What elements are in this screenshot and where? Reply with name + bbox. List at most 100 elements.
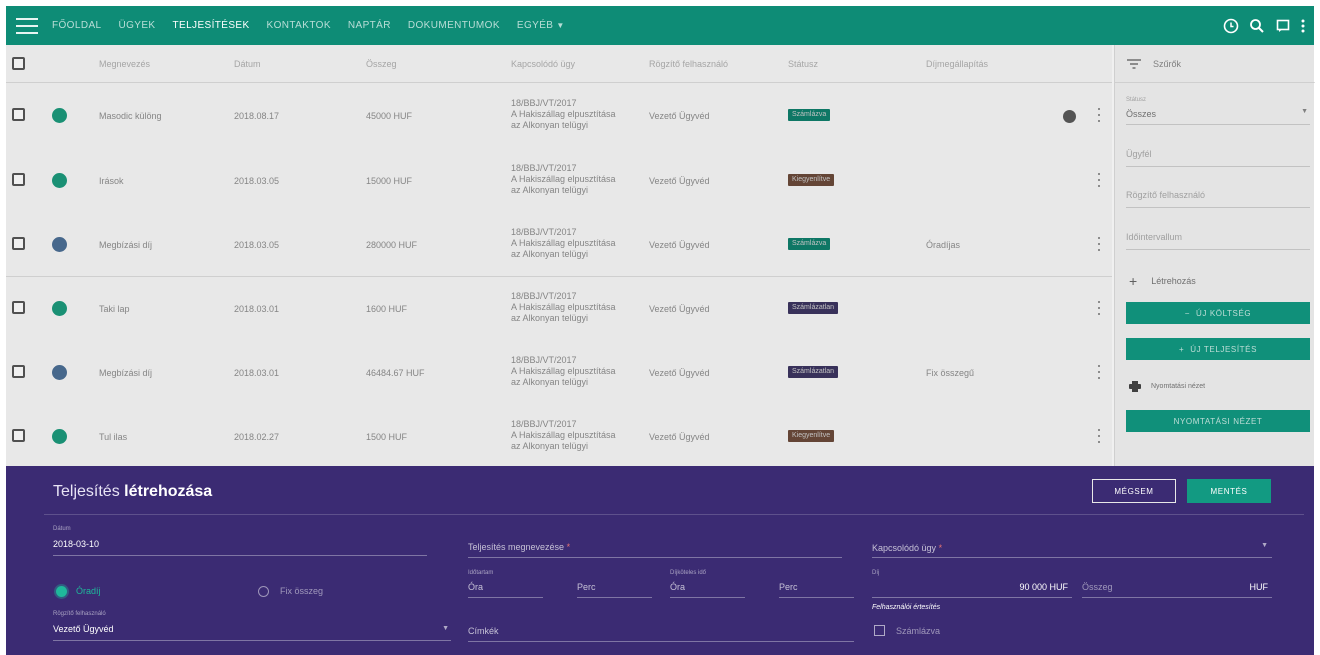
billable-hours-input[interactable]: Díjköteles idő Óra bbox=[670, 570, 745, 598]
amount-input[interactable]: Összeg HUF bbox=[1082, 570, 1272, 598]
fulfilments-table: Megnevezés Dátum Összeg Kapcsolódó ügy R… bbox=[6, 45, 1112, 466]
row-more-icon[interactable] bbox=[1096, 365, 1102, 379]
fee-value: 90 000 HUF bbox=[1019, 582, 1068, 592]
interval-input[interactable]: Időintervallum bbox=[1126, 232, 1310, 250]
app-root: FŐOLDAL ÜGYEK TELJESÍTÉSEK KONTAKTOK NAP… bbox=[0, 0, 1320, 655]
filter-side-panel: Szűrők Státusz Összes ▼ Ügyfél Rögzítő f… bbox=[1114, 45, 1315, 466]
radio-fixed[interactable] bbox=[258, 586, 269, 597]
nav-item-more[interactable]: EGYÉB ▼ bbox=[517, 20, 565, 31]
cell-amount: 45000 HUF bbox=[366, 111, 413, 121]
status-select-value: Összes bbox=[1126, 109, 1157, 119]
nav-item-home[interactable]: FŐOLDAL bbox=[52, 20, 101, 31]
tags-input[interactable]: Címkék bbox=[468, 624, 854, 642]
row-checkbox[interactable] bbox=[12, 237, 25, 250]
cell-case[interactable]: 18/BBJ/VT/2017 A Hakiszállag elpusztítás… bbox=[511, 98, 616, 131]
billed-checkbox[interactable] bbox=[874, 625, 885, 636]
row-more-icon[interactable] bbox=[1096, 237, 1102, 251]
minus-icon: − bbox=[1184, 308, 1191, 318]
row-checkbox[interactable] bbox=[12, 173, 25, 186]
more-vert-icon[interactable] bbox=[1298, 15, 1308, 37]
cell-amount: 15000 HUF bbox=[366, 176, 413, 186]
table-row[interactable]: Megbízási díj 2018.03.01 46484.67 HUF 18… bbox=[6, 341, 1112, 404]
col-header-name[interactable]: Megnevezés bbox=[99, 59, 150, 69]
case-line-2: az Alkonyan telügyi bbox=[511, 377, 589, 387]
table-row[interactable]: Tul ilas 2018.02.27 1500 HUF 18/BBJ/VT/2… bbox=[6, 405, 1112, 466]
cell-case[interactable]: 18/BBJ/VT/2017 A Hakiszállag elpusztítás… bbox=[511, 419, 616, 452]
invoice-icon[interactable] bbox=[1063, 110, 1076, 123]
radio-hourly[interactable] bbox=[56, 586, 67, 597]
status-badge: Számlázatlan bbox=[788, 366, 839, 378]
col-header-amount[interactable]: Összeg bbox=[366, 59, 397, 69]
main-nav: FŐOLDAL ÜGYEK TELJESÍTÉSEK KONTAKTOK NAP… bbox=[52, 20, 582, 31]
duration-hours-input[interactable]: Időtartam Óra bbox=[468, 570, 543, 598]
row-more-icon[interactable] bbox=[1096, 173, 1102, 187]
table-row[interactable]: Megbízási díj 2018.03.05 280000 HUF 18/B… bbox=[6, 213, 1112, 276]
status-select-label: Státusz bbox=[1126, 97, 1147, 103]
fulfilment-name-text: Teljesítés megnevezése bbox=[468, 542, 565, 552]
row-more-icon[interactable] bbox=[1096, 301, 1102, 315]
status-badge: Kiegyenlítve bbox=[788, 174, 835, 186]
status-dot-icon bbox=[52, 108, 67, 123]
billed-checkbox-label: Számlázva bbox=[896, 626, 941, 636]
recorder-user-select[interactable]: Rögzítő felhasználó Vezető Ügyvéd ▼ bbox=[53, 611, 451, 641]
cell-user: Vezető Ügyvéd bbox=[649, 176, 710, 186]
select-all-checkbox[interactable] bbox=[12, 57, 25, 70]
case-select[interactable]: Kapcsolódó ügy * ▼ bbox=[872, 538, 1272, 558]
row-checkbox[interactable] bbox=[12, 301, 25, 314]
col-header-fee-type[interactable]: Díjmegállapítás bbox=[926, 59, 988, 69]
fee-label: Díj bbox=[872, 570, 880, 576]
nav-item-contacts[interactable]: KONTAKTOK bbox=[267, 20, 331, 31]
client-input[interactable]: Ügyfél bbox=[1126, 149, 1310, 167]
recorder-input[interactable]: Rögzítő felhasználó bbox=[1126, 190, 1310, 208]
col-header-status[interactable]: Státusz bbox=[788, 59, 818, 69]
col-header-case[interactable]: Kapcsolódó ügy bbox=[511, 59, 575, 69]
duration-minutes-input[interactable]: Perc bbox=[577, 570, 652, 598]
row-checkbox[interactable] bbox=[12, 108, 25, 121]
amount-placeholder: Összeg bbox=[1082, 582, 1113, 592]
table-row[interactable]: Taki lap 2018.03.01 1600 HUF 18/BBJ/VT/2… bbox=[6, 276, 1112, 339]
cell-case[interactable]: 18/BBJ/VT/2017 A Hakiszállag elpusztítás… bbox=[511, 355, 616, 388]
plus-icon: + bbox=[1178, 344, 1185, 354]
chat-icon[interactable] bbox=[1272, 15, 1294, 37]
case-number: 18/BBJ/VT/2017 bbox=[511, 355, 577, 365]
date-field[interactable]: Dátum 2018-03-10 bbox=[53, 526, 427, 556]
row-checkbox[interactable] bbox=[12, 429, 25, 442]
cell-case[interactable]: 18/BBJ/VT/2017 A Hakiszállag elpusztítás… bbox=[511, 227, 616, 260]
nav-item-fulfilments[interactable]: TELJESÍTÉSEK bbox=[173, 20, 250, 31]
clock-icon[interactable] bbox=[1220, 15, 1242, 37]
row-more-icon[interactable] bbox=[1096, 429, 1102, 443]
menu-icon[interactable] bbox=[16, 17, 38, 34]
billable-minutes-input[interactable]: Perc bbox=[779, 570, 854, 598]
save-button[interactable]: MENTÉS bbox=[1187, 479, 1271, 503]
nav-item-cases[interactable]: ÜGYEK bbox=[118, 20, 155, 31]
cell-date: 2018.08.17 bbox=[234, 111, 280, 121]
print-view-section[interactable]: Nyomtatási nézet bbox=[1129, 381, 1205, 392]
plus-icon: + bbox=[1129, 273, 1138, 289]
print-view-button[interactable]: NYOMTATÁSI NÉZET bbox=[1126, 410, 1310, 432]
search-icon[interactable] bbox=[1246, 15, 1268, 37]
col-header-date[interactable]: Dátum bbox=[234, 59, 261, 69]
duration-minutes-placeholder: Perc bbox=[577, 582, 596, 592]
nav-item-documents[interactable]: DOKUMENTUMOK bbox=[408, 20, 500, 31]
cell-case[interactable]: 18/BBJ/VT/2017 A Hakiszállag elpusztítás… bbox=[511, 163, 616, 196]
fee-field[interactable]: Díj 90 000 HUF bbox=[872, 570, 1072, 598]
status-select[interactable]: Státusz Összes ▼ bbox=[1126, 97, 1310, 125]
table-row[interactable]: Irások 2018.03.05 15000 HUF 18/BBJ/VT/20… bbox=[6, 149, 1112, 212]
status-dot-icon bbox=[52, 301, 67, 316]
status-badge: Számlázva bbox=[788, 109, 831, 121]
row-checkbox[interactable] bbox=[12, 365, 25, 378]
row-more-icon[interactable] bbox=[1096, 108, 1102, 122]
new-cost-button[interactable]: − ÚJ KÖLTSÉG bbox=[1126, 302, 1310, 324]
fulfilment-name-input[interactable]: Teljesítés megnevezése * bbox=[468, 538, 842, 558]
cell-user: Vezető Ügyvéd bbox=[649, 368, 710, 378]
cell-case[interactable]: 18/BBJ/VT/2017 A Hakiszállag elpusztítás… bbox=[511, 291, 616, 324]
cell-amount: 280000 HUF bbox=[366, 240, 418, 250]
case-line-1: A Hakiszállag elpusztítása bbox=[511, 109, 616, 119]
cell-name: Megbízási díj bbox=[99, 368, 153, 378]
nav-item-calendar[interactable]: NAPTÁR bbox=[348, 20, 391, 31]
cancel-button[interactable]: MÉGSEM bbox=[1092, 479, 1176, 503]
table-row[interactable]: Masodic különg 2018.08.17 45000 HUF 18/B… bbox=[6, 84, 1112, 147]
col-header-user[interactable]: Rögzítő felhasználó bbox=[649, 59, 728, 69]
new-fulfilment-button[interactable]: + ÚJ TELJESÍTÉS bbox=[1126, 338, 1310, 360]
filter-header[interactable]: Szűrők bbox=[1115, 45, 1315, 83]
